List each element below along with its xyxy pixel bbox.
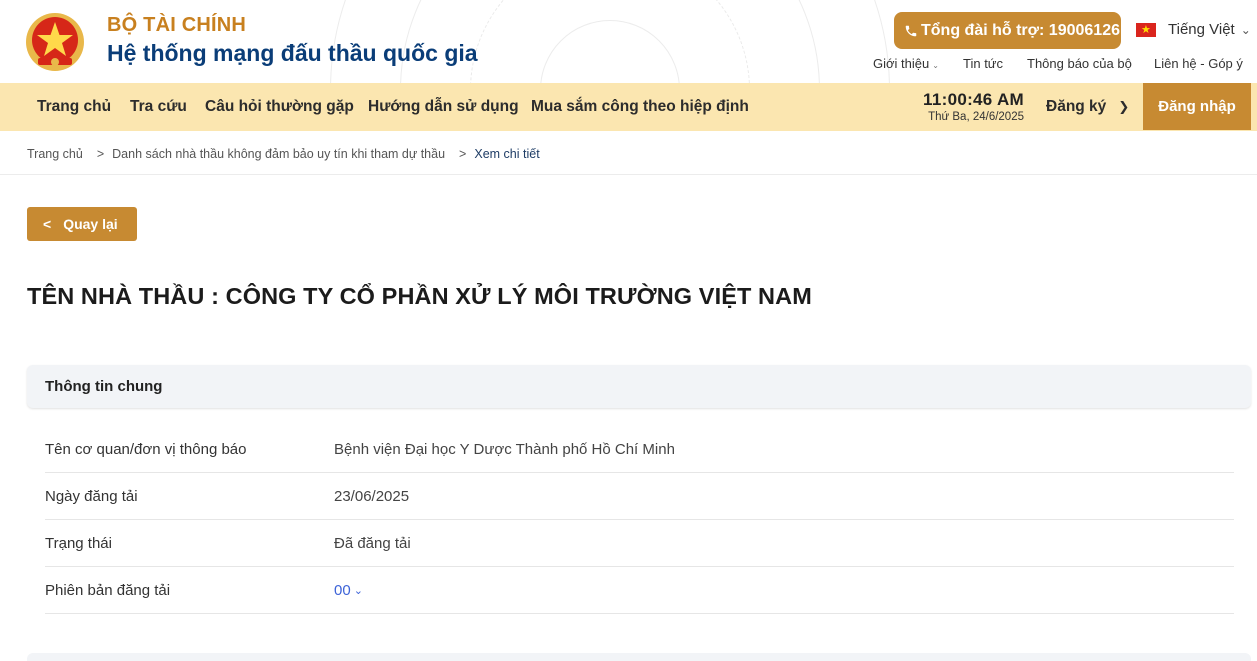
info-label: Ngày đăng tải bbox=[45, 488, 138, 505]
hotline-label: Tổng đài hỗ trợ: 19006126 bbox=[921, 21, 1120, 39]
top-link-gioi-thieu[interactable]: Giới thiệu ⌄ bbox=[873, 56, 939, 71]
section-header-general-info[interactable]: Thông tin chung bbox=[27, 365, 1251, 408]
nav-item-search[interactable]: Tra cứu bbox=[130, 98, 187, 116]
top-header: BỘ TÀI CHÍNH Hệ thống mạng đấu thầu quốc… bbox=[0, 0, 1257, 83]
breadcrumb-current: Xem chi tiết bbox=[474, 147, 540, 161]
info-value: Bệnh viện Đại học Y Dược Thành phố Hồ Ch… bbox=[334, 441, 675, 458]
version-value: 00 bbox=[334, 582, 351, 599]
clock: 11:00:46 AM Thứ Ba, 24/6/2025 bbox=[912, 90, 1024, 123]
breadcrumb: Trang chủ > Danh sách nhà thầu không đảm… bbox=[27, 147, 540, 161]
chevron-down-icon: ⌄ bbox=[353, 585, 363, 597]
info-row-status: Trạng thái Đã đăng tải bbox=[45, 520, 1234, 567]
top-link-thong-bao[interactable]: Thông báo của bộ bbox=[1027, 56, 1132, 71]
nav-item-guide[interactable]: Hướng dẫn sử dụng bbox=[368, 98, 519, 116]
info-label: Phiên bản đăng tải bbox=[45, 582, 171, 599]
ministry-name: BỘ TÀI CHÍNH bbox=[107, 14, 247, 36]
info-row-posted-date: Ngày đăng tải 23/06/2025 bbox=[45, 473, 1234, 520]
language-label: Tiếng Việt bbox=[1168, 21, 1235, 38]
info-row-agency: Tên cơ quan/đơn vị thông báo Bệnh viện Đ… bbox=[45, 426, 1234, 473]
top-link-lien-he[interactable]: Liên hệ - Góp ý bbox=[1154, 56, 1243, 71]
breadcrumb-separator: > bbox=[96, 147, 105, 161]
login-button[interactable]: Đăng nhập bbox=[1143, 83, 1251, 130]
section-title: Thông tin chung bbox=[45, 378, 163, 395]
chevron-down-icon: ❯ bbox=[1118, 99, 1130, 114]
version-select[interactable]: 00 ⌄ bbox=[334, 582, 363, 599]
national-emblem-icon[interactable] bbox=[24, 10, 86, 74]
nav-item-home[interactable]: Trang chủ bbox=[37, 98, 111, 116]
back-label: Quay lại bbox=[63, 216, 118, 232]
divider bbox=[0, 174, 1257, 175]
section-header-next[interactable] bbox=[27, 653, 1251, 661]
info-value: Đã đăng tải bbox=[334, 535, 411, 552]
nav-item-public-procurement[interactable]: Mua sắm công theo hiệp định bbox=[531, 98, 749, 116]
clock-time: 11:00:46 AM bbox=[923, 90, 1024, 109]
vietnam-flag-icon: ★ bbox=[1136, 22, 1156, 37]
hotline-button[interactable]: Tổng đài hỗ trợ: 19006126 bbox=[894, 12, 1121, 49]
site-name[interactable]: Hệ thống mạng đấu thầu quốc gia bbox=[107, 40, 478, 67]
page-title: TÊN NHÀ THẦU : CÔNG TY CỔ PHẦN XỬ LÝ MÔI… bbox=[27, 283, 812, 309]
info-value: 23/06/2025 bbox=[334, 488, 410, 505]
chevron-left-icon: < bbox=[43, 216, 52, 232]
main-nav: Trang chủ Tra cứu Câu hỏi thường gặp Hướ… bbox=[0, 83, 1257, 131]
language-selector[interactable]: ★ Tiếng Việt ⌄ bbox=[1136, 21, 1251, 38]
chevron-down-icon: ⌄ bbox=[932, 61, 939, 70]
breadcrumb-home[interactable]: Trang chủ bbox=[27, 147, 83, 161]
register-label: Đăng ký bbox=[1046, 98, 1107, 115]
top-link-tin-tuc[interactable]: Tin tức bbox=[963, 56, 1003, 71]
back-button[interactable]: < Quay lại bbox=[27, 207, 137, 241]
phone-icon bbox=[905, 25, 917, 36]
breadcrumb-list[interactable]: Danh sách nhà thầu không đảm bảo uy tín … bbox=[112, 147, 445, 161]
chevron-down-icon: ⌄ bbox=[1240, 22, 1251, 37]
nav-item-faq[interactable]: Câu hỏi thường gặp bbox=[205, 98, 354, 116]
register-menu[interactable]: Đăng ký ❯ bbox=[1046, 98, 1129, 116]
info-label: Tên cơ quan/đơn vị thông báo bbox=[45, 441, 247, 458]
breadcrumb-separator: > bbox=[459, 147, 467, 161]
clock-date: Thứ Ba, 24/6/2025 bbox=[928, 111, 1024, 123]
info-label: Trạng thái bbox=[45, 535, 112, 552]
info-row-version: Phiên bản đăng tải 00 ⌄ bbox=[45, 567, 1234, 614]
